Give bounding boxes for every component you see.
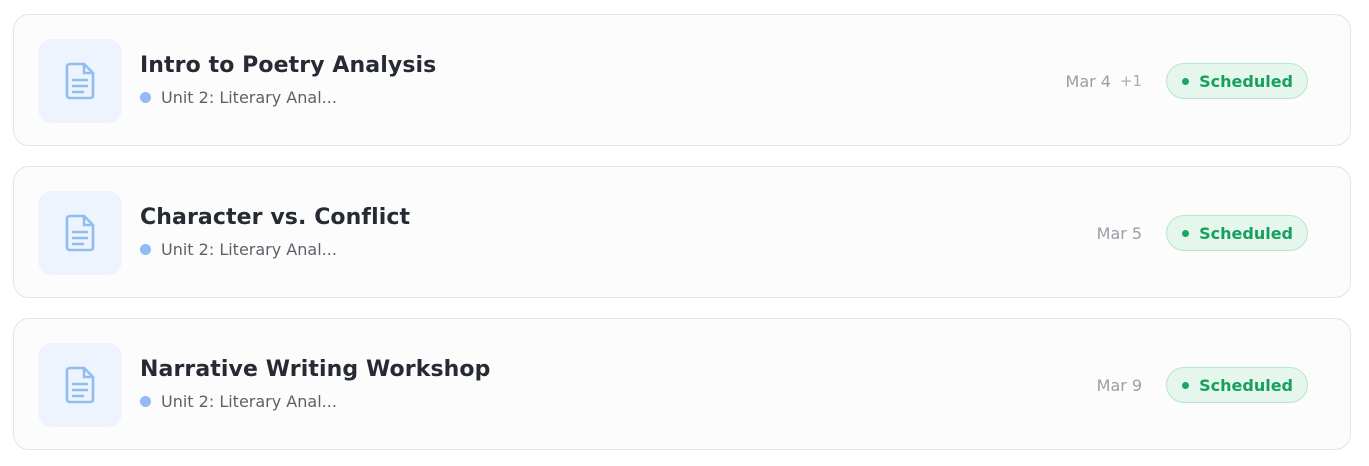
lesson-title: Narrative Writing Workshop	[140, 357, 491, 382]
lesson-date: Mar 4	[1065, 71, 1111, 91]
lesson-date: Mar 9	[1096, 375, 1143, 395]
lesson-card[interactable]: Character vs. Conflict Unit 2: Literary …	[13, 166, 1351, 298]
lesson-meta: Mar 9 Scheduled	[1097, 366, 1308, 404]
status-badge: Scheduled	[1166, 367, 1308, 403]
status-badge: Scheduled	[1166, 63, 1308, 99]
status-badge: Scheduled	[1166, 215, 1308, 251]
lesson-unit: Unit 2: Literary Anal...	[140, 392, 337, 411]
document-icon	[38, 191, 122, 275]
unit-label: Unit 2: Literary Anal...	[161, 88, 337, 107]
lesson-unit: Unit 2: Literary Anal...	[140, 240, 337, 259]
unit-label: Unit 2: Literary Anal...	[161, 240, 337, 259]
unit-color-dot	[140, 244, 151, 255]
lesson-card[interactable]: Intro to Poetry Analysis Unit 2: Literar…	[13, 14, 1351, 146]
lesson-title: Intro to Poetry Analysis	[140, 53, 437, 78]
document-icon	[38, 39, 122, 123]
unit-color-dot	[140, 92, 151, 103]
unit-color-dot	[140, 396, 151, 407]
lesson-meta: Mar 4 +1 Scheduled	[1066, 62, 1308, 100]
additional-dates-count: +1	[1119, 72, 1143, 90]
lesson-card[interactable]: Narrative Writing Workshop Unit 2: Liter…	[13, 318, 1351, 450]
lesson-unit: Unit 2: Literary Anal...	[140, 88, 337, 107]
status-dot-icon	[1182, 381, 1190, 389]
lesson-date: Mar 5	[1096, 223, 1143, 243]
status-dot-icon	[1182, 229, 1190, 237]
status-label: Scheduled	[1199, 71, 1293, 91]
unit-label: Unit 2: Literary Anal...	[161, 392, 337, 411]
document-icon	[38, 343, 122, 427]
status-dot-icon	[1182, 77, 1190, 85]
status-label: Scheduled	[1199, 223, 1293, 243]
lesson-title: Character vs. Conflict	[140, 205, 411, 230]
status-label: Scheduled	[1199, 375, 1293, 395]
lesson-meta: Mar 5 Scheduled	[1097, 214, 1308, 252]
